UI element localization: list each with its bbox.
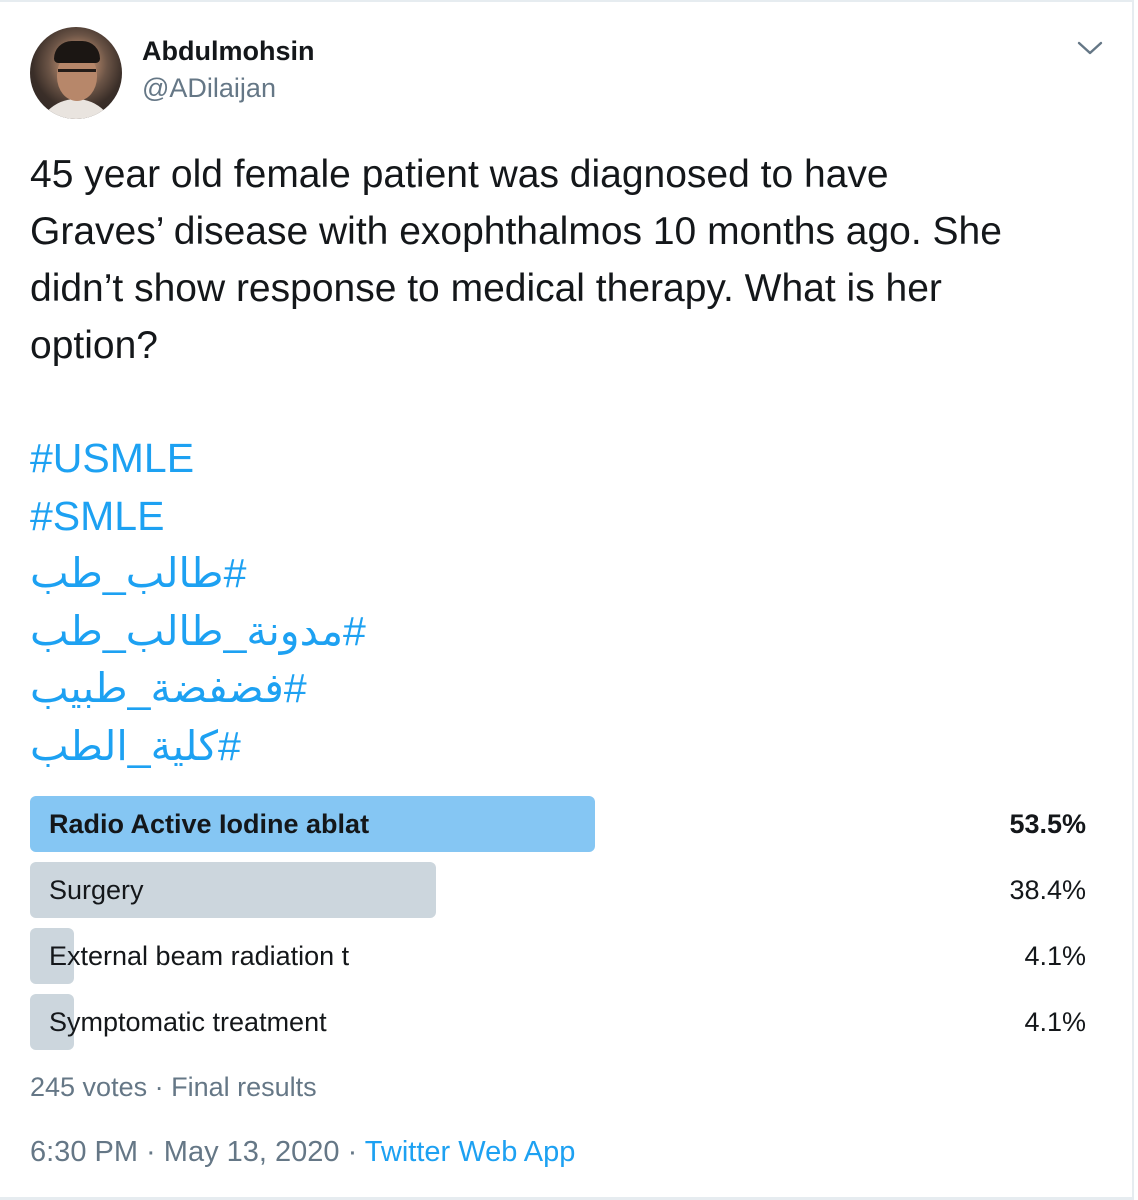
display-name[interactable]: Abdulmohsin xyxy=(142,36,314,67)
poll-status: Final results xyxy=(171,1072,317,1102)
hashtag-link[interactable]: #فضفضة_طبيب xyxy=(30,660,307,718)
poll-option: Symptomatic treatment 4.1% xyxy=(30,994,1086,1050)
poll-option-percent: 4.1% xyxy=(1024,1007,1086,1037)
tweet-date[interactable]: May 13, 2020 xyxy=(164,1136,340,1168)
hashtag-link[interactable]: #كلية_الطب xyxy=(30,718,241,776)
poll-option-percent: 53.5% xyxy=(1009,809,1086,839)
poll-option-label: External beam radiation t xyxy=(49,941,350,971)
hashtag-list: #USMLE #SMLE #طالب_طب #مدونة_طالب_طب #فض… xyxy=(30,430,630,775)
poll-vote-count: 245 votes xyxy=(30,1072,148,1102)
tweet-time[interactable]: 6:30 PM xyxy=(30,1136,138,1168)
separator: · xyxy=(138,1136,164,1168)
poll-option-percent: 38.4% xyxy=(1009,875,1086,905)
chevron-down-icon[interactable] xyxy=(1076,38,1104,58)
poll-option-label: Radio Active Iodine ablat xyxy=(49,809,370,839)
poll: Radio Active Iodine ablat 53.5% Surgery … xyxy=(30,796,1086,1060)
hashtag-link[interactable]: #مدونة_طالب_طب xyxy=(30,603,366,661)
poll-option-label: Symptomatic treatment xyxy=(49,1007,327,1037)
tweet-text: 45 year old female patient was diagnosed… xyxy=(30,153,1002,367)
hashtag-link[interactable]: #USMLE xyxy=(30,430,630,488)
hashtag-link[interactable]: #SMLE xyxy=(30,488,630,546)
source-link[interactable]: Twitter Web App xyxy=(365,1136,576,1168)
poll-option: Surgery 38.4% xyxy=(30,862,1086,918)
user-handle[interactable]: @ADilaijan xyxy=(142,73,276,104)
tweet-timestamp: 6:30 PM · May 13, 2020 · Twitter Web App xyxy=(30,1136,575,1169)
separator: · xyxy=(339,1136,365,1168)
hashtag-link[interactable]: #طالب_طب xyxy=(30,545,246,603)
separator: · xyxy=(147,1072,172,1102)
poll-summary: 245 votes · Final results xyxy=(30,1072,317,1103)
poll-option-percent: 4.1% xyxy=(1024,941,1086,971)
poll-option: Radio Active Iodine ablat 53.5% xyxy=(30,796,1086,852)
avatar[interactable] xyxy=(30,27,122,119)
poll-option: External beam radiation t 4.1% xyxy=(30,928,1086,984)
poll-option-label: Surgery xyxy=(49,875,144,905)
